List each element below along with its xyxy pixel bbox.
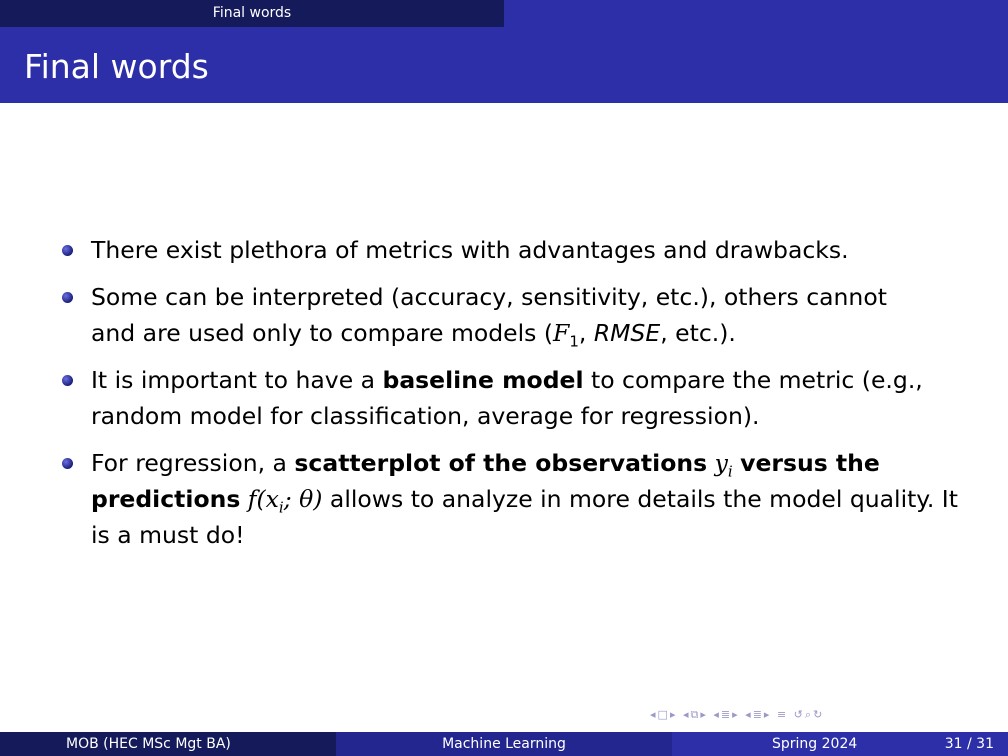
bullet-icon <box>62 458 73 469</box>
nav-next-section-icon[interactable]: ▸ <box>732 708 740 721</box>
nav-prev-subsection-icon[interactable]: ◂ <box>683 708 691 721</box>
nav-back-icon[interactable]: ↺ <box>794 708 805 721</box>
title-bar: Final words <box>0 27 1008 103</box>
nav-next-frame-icon[interactable]: ▸ <box>670 708 678 721</box>
bullet-icon <box>62 375 73 386</box>
header-bar: Final words <box>0 0 1008 27</box>
math-f-x-theta: f(xi; θ) <box>247 485 323 517</box>
footer-page-number: 31 / 31 <box>944 736 994 752</box>
footer-bar: MOB (HEC MSc Mgt BA) Machine Learning Sp… <box>0 732 1008 756</box>
nav-next-part-icon[interactable]: ▸ <box>764 708 772 721</box>
header-section-title[interactable]: Final words <box>0 0 504 27</box>
math-f: F <box>553 319 570 347</box>
bullet-item-4: For regression, a scatterplot of the obs… <box>62 445 962 553</box>
nav-align-icon[interactable]: ≡ <box>777 708 788 721</box>
nav-forward-icon[interactable]: ↻ <box>813 708 824 721</box>
nav-prev-frame-icon[interactable]: ◂ <box>650 708 658 721</box>
math-y: y <box>714 449 728 477</box>
footer-title-panel: Machine Learning <box>336 732 672 756</box>
nav-section-icon[interactable]: ≣ <box>721 708 732 721</box>
nav-prev-section-icon[interactable]: ◂ <box>713 708 721 721</box>
bullet-item-1: There exist plethora of metrics with adv… <box>62 232 962 268</box>
slide-content: There exist plethora of metrics with adv… <box>62 232 962 564</box>
footer-author-panel: MOB (HEC MSc Mgt BA) <box>0 732 336 756</box>
bullet-item-2: Some can be interpreted (accuracy, sensi… <box>62 279 962 351</box>
bullet-icon <box>62 245 73 256</box>
bold-baseline-model: baseline model <box>382 366 584 394</box>
nav-part-icon[interactable]: ≣ <box>753 708 764 721</box>
footer-author: MOB (HEC MSc Mgt BA) <box>66 736 231 752</box>
bullet-list: There exist plethora of metrics with adv… <box>62 232 962 553</box>
nav-subsection-icon[interactable]: ⧉ <box>691 708 701 722</box>
math-rmse: RMSE <box>593 319 661 347</box>
slide-title: Final words <box>24 47 209 86</box>
nav-search-icon[interactable]: ⌕ <box>805 708 813 722</box>
nav-next-subsection-icon[interactable]: ▸ <box>700 708 708 721</box>
beamer-nav-controls: ◂□▸ ◂⧉▸ ◂≣▸ ◂≣▸ ≡ ↺⌕↻ <box>650 708 1000 724</box>
footer-date-panel: Spring 2024 31 / 31 <box>672 732 1008 756</box>
bullet-icon <box>62 292 73 303</box>
nav-frame-icon[interactable]: □ <box>658 708 670 721</box>
footer-date: Spring 2024 <box>772 736 858 752</box>
footer-title: Machine Learning <box>442 736 566 752</box>
bullet-item-3: It is important to have a baseline model… <box>62 362 962 434</box>
nav-prev-part-icon[interactable]: ◂ <box>745 708 753 721</box>
